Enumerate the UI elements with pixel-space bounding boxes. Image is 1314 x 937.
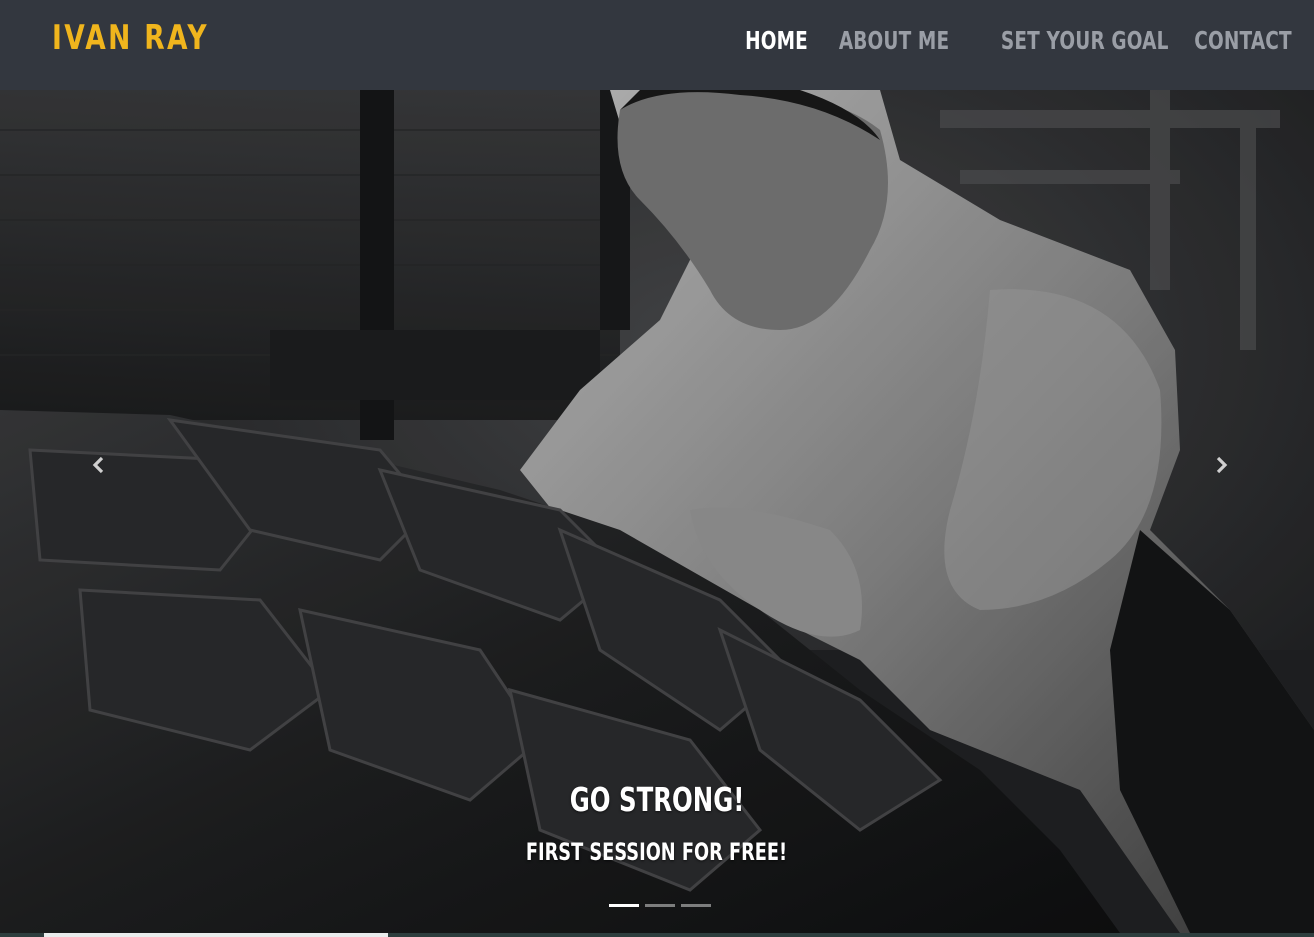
carousel-indicators bbox=[609, 904, 711, 907]
carousel-caption-title: GO STRONG! bbox=[569, 780, 745, 819]
main-nav: HOME ABOUT ME SET YOUR GOAL CONTACT bbox=[733, 26, 1292, 55]
nav-item-about-me[interactable]: ABOUT ME bbox=[839, 26, 949, 55]
hero-carousel: GO STRONG! FIRST SESSION FOR FREE! bbox=[0, 90, 1314, 933]
carousel-indicator-3[interactable] bbox=[681, 904, 711, 907]
carousel-indicator-1[interactable] bbox=[609, 904, 639, 907]
chevron-left-icon bbox=[92, 456, 104, 474]
carousel-indicator-2[interactable] bbox=[645, 904, 675, 907]
carousel-next-button[interactable] bbox=[1210, 450, 1234, 480]
top-navbar: IVAN RAY HOME ABOUT ME SET YOUR GOAL CON… bbox=[0, 0, 1314, 90]
nav-item-home[interactable]: HOME bbox=[746, 26, 809, 55]
page-bottom-strip bbox=[0, 933, 1314, 937]
nav-item-contact[interactable]: CONTACT bbox=[1194, 26, 1292, 55]
brand-logo[interactable]: IVAN RAY bbox=[52, 18, 209, 58]
nav-item-set-your-goal[interactable]: SET YOUR GOAL bbox=[1001, 26, 1169, 55]
carousel-prev-button[interactable] bbox=[86, 450, 110, 480]
chevron-right-icon bbox=[1216, 456, 1228, 474]
carousel-caption-subtitle: FIRST SESSION FOR FREE! bbox=[526, 838, 788, 866]
bottom-strip-segment bbox=[44, 933, 388, 937]
